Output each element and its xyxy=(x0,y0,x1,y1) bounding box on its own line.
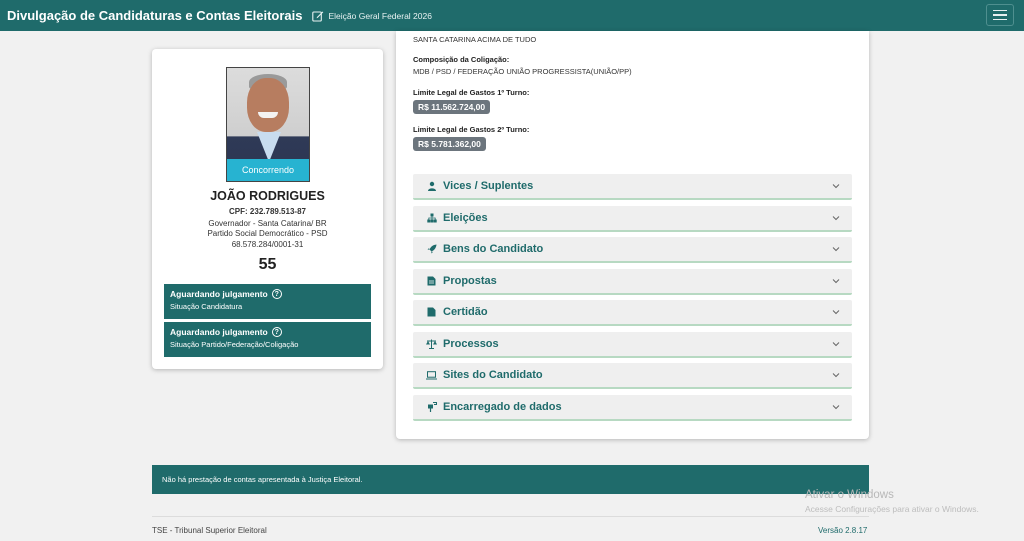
chevron-down-icon xyxy=(832,373,840,378)
accordion-vices-suplentes[interactable]: Vices / Suplentes xyxy=(413,174,852,200)
election-label[interactable]: Eleição Geral Federal 2026 xyxy=(328,11,431,21)
footer-org: TSE - Tribunal Superior Eleitoral xyxy=(152,526,267,535)
chevron-down-icon xyxy=(832,310,840,315)
situation-subtitle: Situação Candidatura xyxy=(170,302,243,311)
app-title[interactable]: Divulgação de Candidaturas e Contas Elei… xyxy=(7,8,302,23)
limit-second-round-value: R$ 5.781.362,00 xyxy=(413,137,486,151)
accordion-eleicoes[interactable]: Eleições xyxy=(413,206,852,232)
top-navbar: Divulgação de Candidaturas e Contas Elei… xyxy=(0,0,1024,31)
chevron-down-icon xyxy=(832,216,840,221)
laptop-icon xyxy=(426,370,437,381)
windows-activation-hint: Acesse Configurações para ativar o Windo… xyxy=(805,504,979,514)
composition-value: MDB / PSD / FEDERAÇÃO UNIÃO PROGRESSISTA… xyxy=(413,67,632,76)
accordion-label: Processos xyxy=(443,338,499,350)
accordion-label: Bens do Candidato xyxy=(443,243,544,255)
coalition-name: SANTA CATARINA ACIMA DE TUDO xyxy=(413,35,537,44)
accordion-label: Vices / Suplentes xyxy=(443,180,534,192)
candidate-number: 55 xyxy=(258,256,277,273)
situation-subtitle: Situação Partido/Federação/Coligação xyxy=(170,340,299,349)
help-icon[interactable]: ? xyxy=(271,289,282,299)
limit-first-round-value: R$ 11.562.724,00 xyxy=(413,100,491,114)
chevron-down-icon xyxy=(832,342,840,347)
accordion-encarregado-de-dados[interactable]: Encarregado de dados xyxy=(413,395,852,421)
chevron-down-icon xyxy=(832,184,840,189)
accordion-label: Encarregado de dados xyxy=(443,401,562,413)
accordion-bens-do-candidato[interactable]: Bens do Candidato xyxy=(413,237,852,263)
accordion-sites-do-candidato[interactable]: Sites do Candidato xyxy=(413,363,852,389)
situation-title: Aguardando julgamento xyxy=(170,327,268,337)
file-icon xyxy=(426,307,437,318)
footer-version: Versão 2.8.17 xyxy=(818,526,868,535)
accordion-certidao[interactable]: Certidão xyxy=(413,300,852,326)
hamburger-menu-icon[interactable] xyxy=(986,4,1014,26)
limit-first-round-label: Limite Legal de Gastos 1º Turno: xyxy=(413,88,530,97)
scale-icon xyxy=(426,339,437,350)
limit-second-round-label: Limite Legal de Gastos 2º Turno: xyxy=(413,125,530,134)
candidate-cpf: CPF: 232.789.513-87 xyxy=(229,207,306,216)
composition-label: Composição da Coligação: xyxy=(413,55,510,64)
mailbox-icon xyxy=(426,402,437,413)
candidate-name: JOÃO RODRIGUES xyxy=(210,189,325,203)
chevron-down-icon xyxy=(832,405,840,410)
document-icon xyxy=(426,276,437,287)
chevron-down-icon xyxy=(832,247,840,252)
accounts-notice-bar: Não há prestação de contas apresentada à… xyxy=(152,465,869,494)
accounts-notice-text: Não há prestação de contas apresentada à… xyxy=(162,475,363,484)
user-icon xyxy=(426,181,437,192)
sitemap-icon xyxy=(426,213,437,224)
candidate-party: Partido Social Democrático - PSD xyxy=(207,229,328,238)
accordion-label: Propostas xyxy=(443,275,497,287)
chevron-down-icon xyxy=(832,279,840,284)
party-situation-box: Aguardando julgamento ? Situação Partido… xyxy=(164,322,371,357)
accordion-label: Sites do Candidato xyxy=(443,369,543,381)
candidacy-situation-box: Aguardando julgamento ? Situação Candida… xyxy=(164,284,371,319)
edit-icon xyxy=(312,10,324,22)
footer-divider xyxy=(152,516,869,517)
accordion-label: Certidão xyxy=(443,306,488,318)
candidate-photo: Concorrendo xyxy=(226,67,310,182)
candidate-details-card: SANTA CATARINA ACIMA DE TUDO Composição … xyxy=(396,31,869,439)
candidate-cnpj: 68.578.284/0001-31 xyxy=(231,240,304,249)
accordion-processos[interactable]: Processos xyxy=(413,332,852,358)
accordion-label: Eleições xyxy=(443,212,488,224)
candidacy-status-badge: Concorrendo xyxy=(227,159,309,181)
accordion-propostas[interactable]: Propostas xyxy=(413,269,852,295)
windows-activation-title: Ativar o Windows xyxy=(805,489,894,501)
rocket-icon xyxy=(426,244,437,255)
help-icon[interactable]: ? xyxy=(271,327,282,337)
candidate-office: Governador - Santa Catarina/ BR xyxy=(208,219,327,228)
situation-title: Aguardando julgamento xyxy=(170,289,268,299)
candidate-profile-card: Concorrendo JOÃO RODRIGUES CPF: 232.789.… xyxy=(152,49,383,369)
